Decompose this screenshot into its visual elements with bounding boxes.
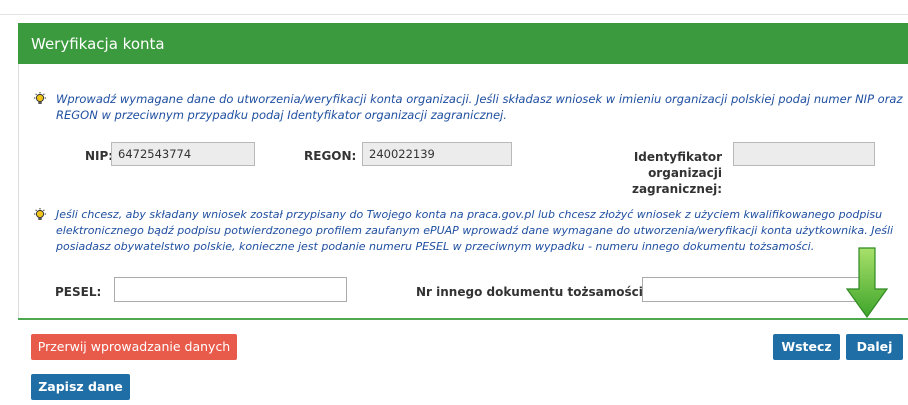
- next-button[interactable]: Dalej: [846, 334, 903, 360]
- footer-divider: [18, 318, 908, 320]
- other-document-label: Nr innego dokumentu tożsamości:: [416, 285, 648, 299]
- panel-title: Weryfikacja konta: [31, 35, 165, 53]
- org-info-line: Wprowadź wymagane dane do utworzenia/wer…: [56, 92, 903, 106]
- pesel-label: PESEL:: [55, 285, 102, 299]
- user-info-text: Jeśli chcesz, aby składany wniosek zosta…: [56, 207, 893, 255]
- top-divider: [0, 14, 908, 15]
- pesel-field[interactable]: [114, 277, 347, 302]
- cancel-entry-button[interactable]: Przerwij wprowadzanie danych: [31, 334, 237, 360]
- foreign-id-label: Identyfikator organizacji zagranicznej:: [574, 149, 722, 197]
- foreign-id-field[interactable]: [733, 142, 875, 166]
- panel-header: Weryfikacja konta: [18, 23, 908, 64]
- nip-label: NIP:: [85, 149, 114, 163]
- arrow-down-icon: [845, 247, 889, 319]
- org-info-text: Wprowadź wymagane dane do utworzenia/wer…: [56, 91, 903, 123]
- foreign-id-label-line: zagranicznej:: [631, 182, 722, 196]
- save-data-button[interactable]: Zapisz dane: [31, 374, 130, 400]
- foreign-id-label-line: Identyfikator organizacji: [633, 150, 722, 180]
- user-info-line: elektronicznego bądź podpisu potwierdzon…: [56, 224, 894, 237]
- lightbulb-icon: [34, 92, 46, 104]
- lightbulb-icon: [34, 208, 46, 220]
- regon-field[interactable]: 240022139: [362, 142, 512, 166]
- user-info-line: Jeśli chcesz, aby składany wniosek zosta…: [56, 208, 883, 221]
- other-document-field[interactable]: [642, 277, 862, 302]
- nip-field[interactable]: 6472543774: [111, 142, 255, 166]
- regon-label: REGON:: [304, 149, 357, 163]
- account-verification-panel: [18, 23, 908, 319]
- back-button[interactable]: Wstecz: [773, 334, 840, 360]
- user-info-line: posiadasz obywatelstwo polskie, konieczn…: [56, 240, 815, 253]
- org-info-line: REGON w przeciwnym przypadku podaj Ident…: [56, 108, 507, 122]
